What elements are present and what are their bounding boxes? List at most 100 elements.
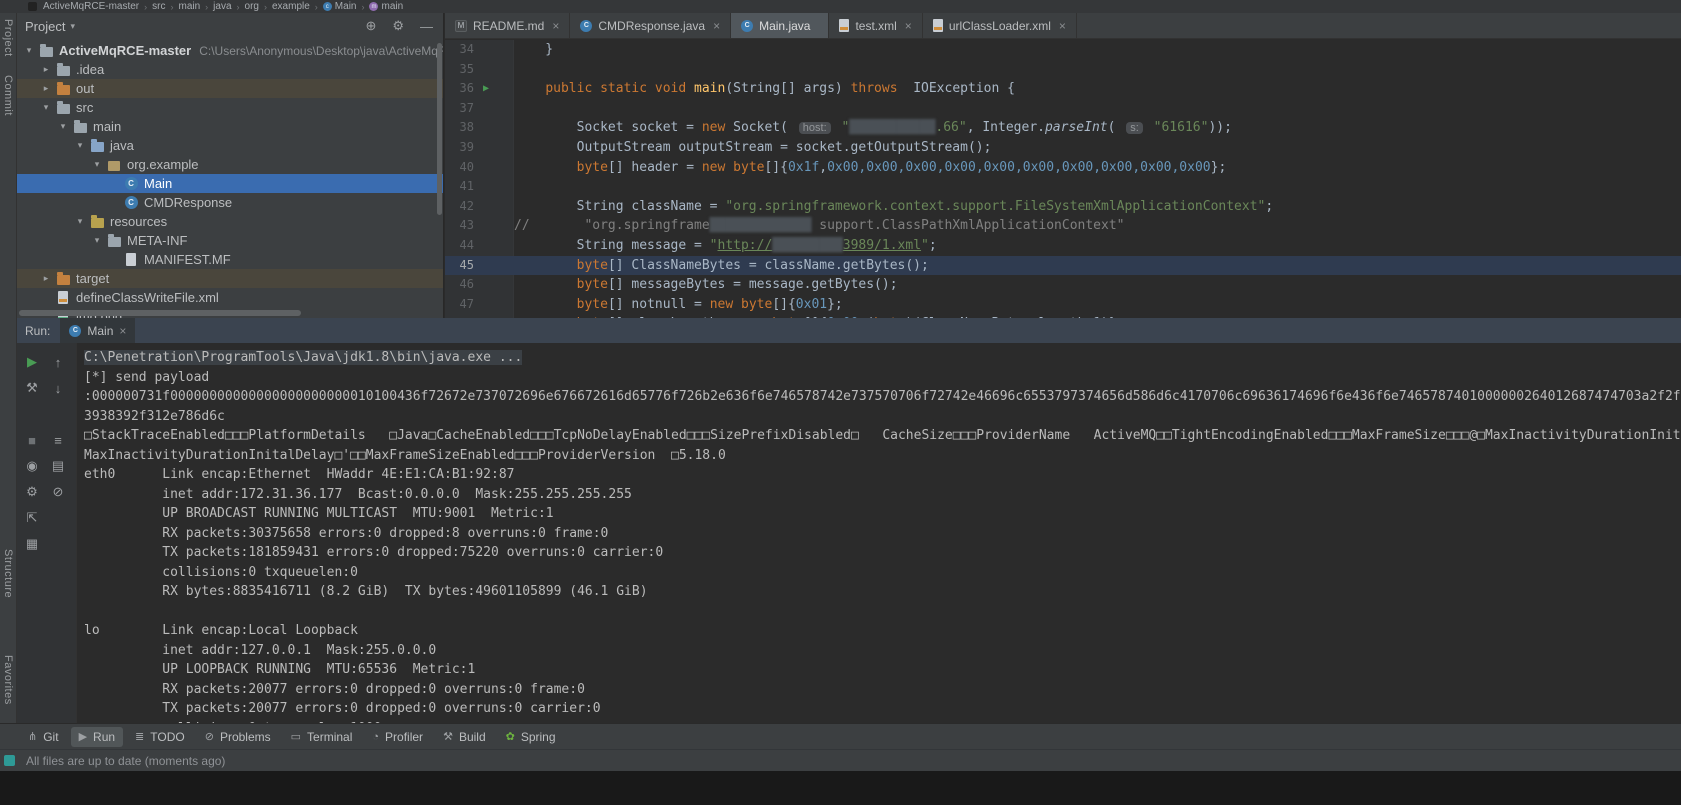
tree-item-label: src [76, 100, 93, 115]
run-panel-title: Run: [25, 324, 50, 338]
console-line: □StackTraceEnabled□□□PlatformDetails □Ja… [84, 426, 1681, 446]
tool-window-stripe: Project Commit Structure Favorites [0, 13, 17, 723]
statusbar-problems[interactable]: ⊘ Problems [197, 727, 279, 747]
close-icon[interactable]: × [552, 19, 559, 33]
run-line-icon[interactable]: ▶ [483, 79, 489, 99]
clear-console-icon[interactable]: ⊘ [49, 483, 67, 501]
chevron-down-icon[interactable]: ▾ [21, 45, 37, 56]
close-icon[interactable]: × [905, 19, 912, 33]
tree-item-label: Main [144, 176, 172, 191]
statusbar-build[interactable]: ⚒ Build [435, 727, 494, 747]
close-icon[interactable]: × [713, 19, 720, 33]
project-panel: Project ▾ ⊕ ⚙ — ▾ ActiveMqRCE-master C:\… [17, 13, 444, 318]
horizontal-scrollbar[interactable] [19, 310, 301, 316]
down-stack-trace-icon[interactable]: ↓ [49, 379, 67, 397]
tree-item-target[interactable]: ▸ target [17, 269, 443, 288]
statusbar-git[interactable]: ⋔ Git [20, 727, 67, 747]
breadcrumb-item-src[interactable]: src [152, 1, 165, 12]
console-line: RX bytes:8835416711 (8.2 GiB) TX bytes:4… [84, 582, 1681, 602]
chevron-down-icon[interactable]: ▾ [89, 235, 105, 246]
chevron-down-icon[interactable]: ▾ [55, 121, 71, 132]
console-line: RX packets:20077 errors:0 dropped:0 over… [84, 680, 1681, 700]
stripe-button-commit[interactable]: Commit [2, 75, 14, 116]
chevron-down-icon[interactable]: ▾ [72, 140, 88, 151]
project-panel-title[interactable]: Project [25, 19, 65, 34]
code-line: 41 [445, 177, 1681, 197]
soft-wrap-icon[interactable]: ≡ [49, 431, 67, 449]
code-line: 43// "org.springframe█████████████ suppo… [445, 216, 1681, 236]
tree-item-resources[interactable]: ▾ resources [17, 212, 443, 231]
code-line: 37 [445, 99, 1681, 119]
chevron-down-icon[interactable]: ▾ [38, 102, 54, 113]
folder-icon [108, 237, 121, 247]
problems-icon: ⊘ [205, 730, 214, 743]
tree-item-label: CMDResponse [144, 195, 232, 210]
stop-button[interactable]: ■ [23, 431, 41, 449]
console-line: inet addr:127.0.0.1 Mask:255.0.0.0 [84, 641, 1681, 661]
stripe-button-structure[interactable]: Structure [2, 549, 14, 598]
code-editor[interactable]: 34 } 35 36▶ public static void main(Stri… [445, 40, 1681, 318]
statusbar-run[interactable]: ▶ Run [71, 727, 123, 747]
tab-urlclassloader-xml[interactable]: urlClassLoader.xml × [923, 13, 1077, 38]
print-icon[interactable]: ▤ [49, 457, 67, 475]
tree-item-meta-inf[interactable]: ▾ META-INF [17, 231, 443, 250]
statusbar-todo[interactable]: ≣ TODO [127, 727, 193, 747]
restore-layout-icon[interactable]: ⇱ [23, 509, 41, 527]
console-output[interactable]: C:\Penetration\ProgramTools\Java\jdk1.8\… [78, 343, 1681, 723]
console-line [84, 602, 1681, 622]
chevron-right-icon[interactable]: ▸ [38, 83, 54, 94]
rerun-button[interactable]: ▶ [23, 353, 41, 371]
tree-item-org-example[interactable]: ▾ org.example [17, 155, 443, 174]
stripe-button-project[interactable]: Project [2, 19, 14, 57]
chevron-right-icon[interactable]: ▸ [38, 64, 54, 75]
tree-item-idea[interactable]: ▸ .idea [17, 60, 443, 79]
breadcrumb-item-main-method[interactable]: main [381, 1, 403, 12]
tree-item-out[interactable]: ▸ out [17, 79, 443, 98]
tree-item-project-root[interactable]: ▾ ActiveMqRCE-master C:\Users\Anonymous\… [17, 41, 443, 60]
stripe-button-favorites[interactable]: Favorites [2, 655, 14, 705]
dump-threads-icon[interactable]: ◉ [23, 457, 41, 475]
tab-label: README.md [473, 19, 544, 33]
console-line: UP BROADCAST RUNNING MULTICAST MTU:9001 … [84, 504, 1681, 524]
chevron-right-icon[interactable]: ▸ [38, 273, 54, 284]
chevron-down-icon[interactable]: ▾ [89, 159, 105, 170]
statusbar-spring[interactable]: ✿ Spring [498, 727, 564, 747]
tree-item-manifest[interactable]: MANIFEST.MF [17, 250, 443, 269]
vertical-scrollbar[interactable] [437, 43, 442, 215]
locate-file-icon[interactable]: ⊕ [365, 18, 376, 34]
tab-test-xml[interactable]: test.xml × [829, 13, 922, 38]
breadcrumb-item-main-class[interactable]: Main [335, 1, 357, 12]
gear-icon[interactable]: ⚙ [392, 18, 404, 34]
settings-wrench-icon[interactable]: ⚒ [23, 379, 41, 397]
tree-item-cmdresponse[interactable]: CMDResponse [17, 193, 443, 212]
statusbar-terminal[interactable]: ▭ Terminal [283, 727, 361, 747]
code-line: 34 } [445, 40, 1681, 60]
tab-main-java[interactable]: Main.java [731, 13, 829, 38]
tree-item-main-class[interactable]: Main [17, 174, 443, 193]
layout-grid-icon[interactable]: ▦ [23, 535, 41, 553]
up-stack-trace-icon[interactable]: ↑ [49, 353, 67, 371]
tab-cmdresponse-java[interactable]: CMDResponse.java × [570, 13, 731, 38]
chevron-down-icon[interactable]: ▾ [72, 216, 88, 227]
tree-item-src[interactable]: ▾ src [17, 98, 443, 117]
breadcrumb-item-java[interactable]: java [213, 1, 231, 12]
xml-file-icon [933, 19, 943, 32]
tab-readme-md[interactable]: README.md × [445, 13, 570, 38]
statusbar-profiler[interactable]: ◔ Profiler [364, 727, 431, 747]
console-line: eth0 Link encap:Ethernet HWaddr 4E:E1:CA… [84, 465, 1681, 485]
tree-item-main-dir[interactable]: ▾ main [17, 117, 443, 136]
breadcrumb-item-project[interactable]: ActiveMqRCE-master [43, 1, 139, 12]
close-icon[interactable]: × [119, 324, 126, 338]
breadcrumb-item-example[interactable]: example [272, 1, 310, 12]
spring-leaf-icon: ✿ [506, 730, 515, 743]
hide-panel-icon[interactable]: — [420, 19, 433, 34]
breadcrumb-item-main-dir[interactable]: main [178, 1, 200, 12]
run-tab-main[interactable]: Main × [60, 318, 135, 343]
breadcrumb-item-org[interactable]: org [245, 1, 259, 12]
tree-item-java[interactable]: ▾ java [17, 136, 443, 155]
build-gear-icon[interactable]: ⚙ [23, 483, 41, 501]
run-configuration-icon [69, 325, 81, 337]
close-icon[interactable]: × [1059, 19, 1066, 33]
chevron-down-icon[interactable]: ▾ [70, 21, 75, 32]
tree-item-defineclasswritefile[interactable]: defineClassWriteFile.xml [17, 288, 443, 307]
